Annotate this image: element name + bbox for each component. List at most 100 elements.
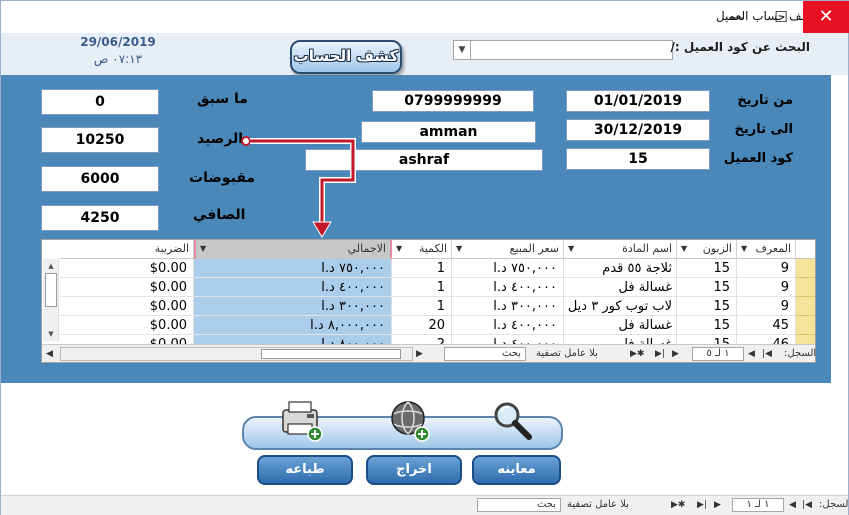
row-selector[interactable] xyxy=(796,316,815,335)
print-button[interactable]: طباعه xyxy=(257,455,353,485)
cell-customer[interactable]: 15 xyxy=(677,259,737,278)
header-time: ٠٧:١٣ ص xyxy=(93,52,143,66)
chevron-down-icon[interactable]: ▼ xyxy=(200,240,206,258)
cell-qty[interactable]: 1 xyxy=(392,278,452,297)
cell-qty[interactable]: 20 xyxy=(392,316,452,335)
minimize-button[interactable]: — xyxy=(713,1,759,33)
scroll-thumb[interactable] xyxy=(261,349,401,359)
printer-icon[interactable] xyxy=(277,398,325,444)
cell-price[interactable]: ٣٠٠,٠٠٠ د.ا xyxy=(452,297,564,316)
column-header-customer[interactable]: ▼ الزبون xyxy=(677,240,737,259)
scroll-down-icon[interactable]: ▼ xyxy=(43,327,59,341)
sales-datasheet: الضريبة ▼ الاجمالي ▼ الكمية ▼ سعر المبيع ▼ ا… xyxy=(41,239,816,363)
header-date: 29/06/2019 xyxy=(80,35,156,49)
datasheet-navigation-bar: ◀ ▶ بحث بلا عامل تصفية ▶✱ ▶| ▶ ١ لـ ٥ ◀ … xyxy=(42,344,816,362)
form-search-box[interactable]: بحث xyxy=(477,498,561,512)
customer-city-field[interactable]: amman xyxy=(361,121,536,143)
first-record-icon[interactable]: |◀ xyxy=(802,498,812,512)
cell-tax[interactable]: $0.00 xyxy=(60,259,194,278)
cell-total[interactable]: ٧٥٠,٠٠٠ د.ا xyxy=(194,259,392,278)
cell-tax[interactable]: $0.00 xyxy=(60,278,194,297)
chevron-down-icon[interactable]: ▼ xyxy=(568,240,574,258)
previous-record-icon[interactable]: ◀ xyxy=(748,347,755,361)
cell-item[interactable]: غسالة فل xyxy=(564,278,677,297)
cell-qty[interactable]: 1 xyxy=(392,259,452,278)
column-header-tax[interactable]: الضريبة xyxy=(60,240,194,259)
cell-customer[interactable]: 15 xyxy=(677,316,737,335)
customer-code-field[interactable]: 15 xyxy=(566,148,710,170)
cell-price[interactable]: ٤٠٠,٠٠٠ د.ا xyxy=(452,316,564,335)
statement-title-button[interactable]: كشف الحساب xyxy=(290,40,402,74)
row-selector[interactable] xyxy=(796,297,815,316)
cell-customer[interactable]: 15 xyxy=(677,297,737,316)
customer-search-combo[interactable]: ▼ xyxy=(453,40,673,60)
scroll-right-icon[interactable]: ▶ xyxy=(416,347,423,361)
receipts-field[interactable]: 6000 xyxy=(41,166,159,192)
scroll-up-icon[interactable]: ▲ xyxy=(43,259,59,273)
chevron-down-icon[interactable]: ▼ xyxy=(681,240,687,258)
chevron-down-icon[interactable]: ▼ xyxy=(454,41,471,59)
cell-price[interactable]: ٤٠٠,٠٠٠ د.ا xyxy=(452,278,564,297)
scroll-thumb[interactable] xyxy=(45,273,57,307)
cell-item[interactable]: لاب توب كور ٣ ديل xyxy=(564,297,677,316)
cell-tax[interactable]: $0.00 xyxy=(60,316,194,335)
cell-item[interactable]: غسالة فل xyxy=(564,316,677,335)
chevron-down-icon[interactable]: ▼ xyxy=(396,240,402,258)
last-record-icon[interactable]: ▶| xyxy=(655,347,665,361)
select-all-corner[interactable] xyxy=(796,240,815,259)
balance-label: الرصيد xyxy=(197,131,244,147)
new-record-icon[interactable]: ▶✱ xyxy=(630,347,644,361)
customer-code-label: كود العميل xyxy=(723,151,793,166)
first-record-icon[interactable]: |◀ xyxy=(762,347,772,361)
chevron-down-icon[interactable]: ▼ xyxy=(741,240,747,258)
cell-id[interactable]: 9 xyxy=(737,278,796,297)
cell-customer[interactable]: 15 xyxy=(677,278,737,297)
cell-price[interactable]: ٧٥٠,٠٠٠ د.ا xyxy=(452,259,564,278)
magnifier-icon[interactable] xyxy=(489,398,537,444)
datasheet-record-counter[interactable]: ١ لـ ٥ xyxy=(692,347,744,361)
cell-id[interactable]: 9 xyxy=(737,297,796,316)
from-date-field[interactable]: 01/01/2019 xyxy=(566,90,710,112)
column-header-id[interactable]: ▼ المعرف xyxy=(737,240,796,259)
cell-total[interactable]: ٤٠٠,٠٠٠ د.ا xyxy=(194,278,392,297)
previous-balance-field[interactable]: 0 xyxy=(41,89,159,115)
column-header-total[interactable]: ▼ الاجمالي xyxy=(194,240,392,259)
to-date-field[interactable]: 30/12/2019 xyxy=(566,119,710,141)
close-button[interactable]: ✕ xyxy=(803,1,849,33)
row-selector[interactable] xyxy=(796,278,815,297)
column-header-qty[interactable]: ▼ الكمية xyxy=(392,240,452,259)
balance-field[interactable]: 10250 xyxy=(41,127,159,153)
scroll-left-icon[interactable]: ◀ xyxy=(46,347,53,361)
datasheet-filter-status[interactable]: بلا عامل تصفية xyxy=(536,347,598,361)
column-header-item[interactable]: ▼ اسم المادة xyxy=(564,240,677,259)
cell-qty[interactable]: 1 xyxy=(392,297,452,316)
horizontal-scrollbar[interactable] xyxy=(60,347,413,361)
to-date-label: الى تاريخ xyxy=(734,122,793,137)
cell-id[interactable]: 9 xyxy=(737,259,796,278)
customer-name-field[interactable]: ashraf xyxy=(305,149,543,171)
customer-phone-field[interactable]: 0799999999 xyxy=(372,90,534,112)
cell-total[interactable]: ٣٠٠,٠٠٠ د.ا xyxy=(194,297,392,316)
chevron-down-icon[interactable]: ▼ xyxy=(456,240,462,258)
preview-button[interactable]: معاينه xyxy=(472,455,561,485)
exit-button[interactable]: اخراج xyxy=(366,455,462,485)
maximize-button[interactable]: ☐ xyxy=(758,1,804,33)
datasheet-search-box[interactable]: بحث xyxy=(444,347,526,361)
form-filter-status[interactable]: بلا عامل تصفية xyxy=(567,498,629,512)
last-record-icon[interactable]: ▶| xyxy=(697,498,707,512)
previous-record-icon[interactable]: ◀ xyxy=(789,498,796,512)
cell-item[interactable]: ثلاجة ٥٥ قدم xyxy=(564,259,677,278)
cell-total[interactable]: ٨,٠٠٠,٠٠٠ د.ا xyxy=(194,316,392,335)
net-field[interactable]: 4250 xyxy=(41,205,159,231)
column-header-price[interactable]: ▼ سعر المبيع xyxy=(452,240,564,259)
vertical-scrollbar[interactable]: ▲ ▼ xyxy=(43,259,59,341)
previous-balance-label: ما سبق xyxy=(197,91,248,107)
cell-id[interactable]: 45 xyxy=(737,316,796,335)
form-record-counter[interactable]: ١ لـ ١ xyxy=(732,498,784,512)
row-selector[interactable] xyxy=(796,259,815,278)
new-record-icon[interactable]: ▶✱ xyxy=(671,498,685,512)
next-record-icon[interactable]: ▶ xyxy=(672,347,679,361)
cell-tax[interactable]: $0.00 xyxy=(60,297,194,316)
globe-icon[interactable] xyxy=(386,398,434,444)
next-record-icon[interactable]: ▶ xyxy=(714,498,721,512)
